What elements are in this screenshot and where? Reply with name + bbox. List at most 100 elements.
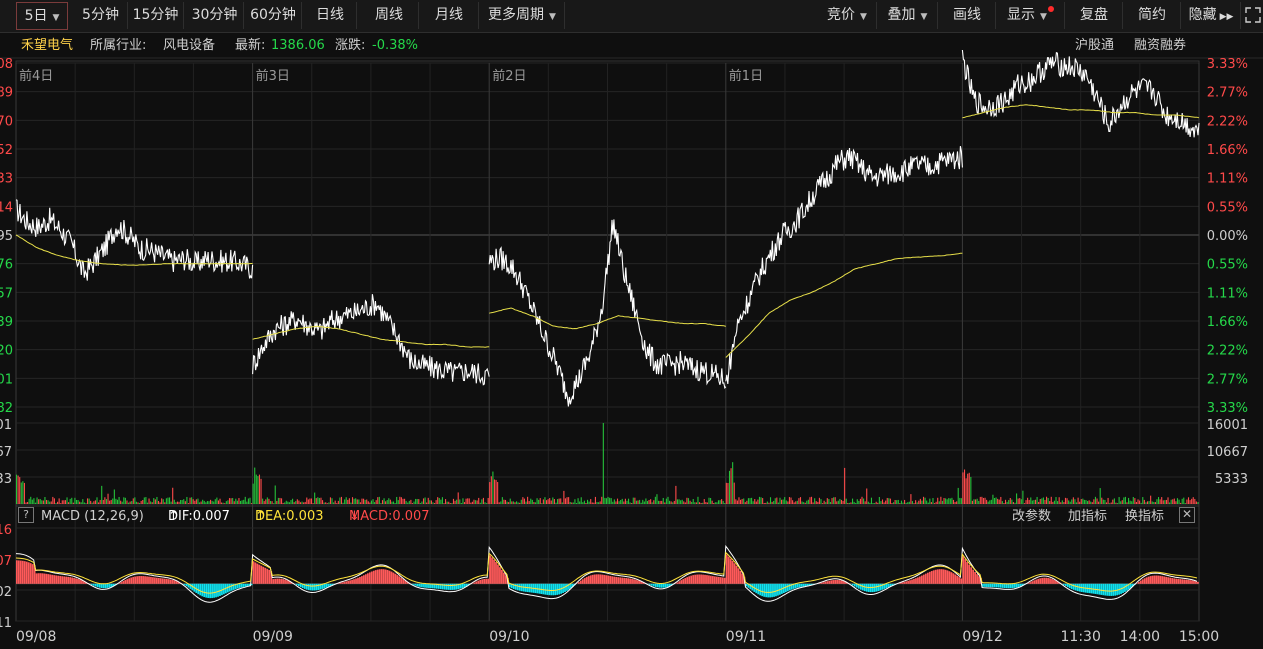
- period-3-button[interactable]: 30分钟: [186, 2, 244, 29]
- volume-bar: [157, 501, 160, 504]
- macd-bar: [1161, 576, 1164, 584]
- volume-bar: [710, 498, 712, 504]
- period-7-button[interactable]: 月线: [420, 2, 479, 29]
- volume-bar: [732, 462, 734, 504]
- volume-bar: [828, 498, 830, 504]
- macd-bar: [672, 583, 675, 585]
- period-4-button[interactable]: 60分钟: [245, 2, 302, 29]
- tool-2-button[interactable]: 画线: [939, 2, 996, 29]
- edit-params-button[interactable]: 改参数: [1012, 507, 1051, 527]
- macd-bar: [593, 574, 596, 584]
- macd-bar: [136, 576, 139, 584]
- volume-bar: [107, 493, 109, 504]
- volume-bar: [493, 479, 496, 504]
- tool-6-button[interactable]: 隐藏 ▶▶: [1182, 2, 1241, 29]
- volume-bar: [1061, 500, 1063, 504]
- volume-bar: [820, 499, 822, 504]
- volume-bar: [680, 500, 682, 504]
- macd-bar: [262, 566, 265, 584]
- macd-title[interactable]: MACD (12,26,9): [41, 507, 144, 527]
- link-hsgt[interactable]: 沪股通: [1075, 34, 1114, 58]
- volume-bar: [91, 502, 93, 504]
- price-line: [725, 145, 963, 384]
- volume-bar: [435, 500, 437, 504]
- volume-bar: [462, 498, 464, 504]
- period-8-button[interactable]: 更多周期 ▼: [480, 2, 565, 29]
- period-0-button[interactable]: 5日 ▼: [16, 2, 68, 30]
- macd-bar: [47, 574, 50, 584]
- macd-bar: [19, 560, 22, 584]
- link-margin[interactable]: 融资融券: [1134, 34, 1186, 58]
- volume-bar: [774, 498, 776, 504]
- volume-bar: [1023, 503, 1026, 504]
- stock-name[interactable]: 禾望电气: [21, 34, 73, 58]
- volume-bar: [1001, 501, 1003, 504]
- tool-5-button[interactable]: 简约: [1124, 2, 1181, 29]
- right-axis-tick: 2.22%: [1207, 114, 1248, 129]
- volume-bar: [479, 502, 481, 504]
- macd-bar: [406, 581, 409, 584]
- macd-bar: [889, 583, 892, 587]
- volume-bar: [192, 499, 194, 504]
- macd-bar: [361, 576, 363, 584]
- volume-bar: [16, 474, 18, 504]
- macd-bar: [53, 575, 56, 584]
- fullscreen-icon[interactable]: [1242, 2, 1263, 29]
- volume-bar: [1142, 497, 1144, 504]
- volume-bar: [129, 501, 131, 504]
- macd-bar: [784, 583, 787, 593]
- volume-bar: [571, 502, 573, 504]
- volume-bar: [602, 423, 604, 504]
- macd-bar: [506, 577, 509, 584]
- volume-bar: [1057, 501, 1059, 504]
- volume-bar: [719, 500, 721, 504]
- volume-bar: [75, 499, 78, 504]
- macd-bar: [988, 583, 990, 588]
- volume-bar: [452, 498, 455, 504]
- volume-bar: [531, 499, 533, 504]
- tool-0-button[interactable]: 竞价 ▼: [818, 2, 877, 29]
- macd-bar: [124, 579, 127, 584]
- volume-bar: [312, 503, 314, 504]
- macd-bar: [952, 573, 955, 584]
- period-5-button[interactable]: 日线: [304, 2, 357, 29]
- macd-bar: [228, 583, 231, 592]
- period-1-button[interactable]: 5分钟: [74, 2, 128, 29]
- macd-bar: [138, 576, 141, 584]
- volume-bar: [511, 501, 513, 504]
- add-indicator-button[interactable]: 加指标: [1068, 507, 1107, 527]
- tool-4-button[interactable]: 复盘: [1066, 2, 1123, 29]
- period-2-button[interactable]: 15分钟: [128, 2, 184, 29]
- volume-bar: [184, 501, 186, 504]
- macd-bar: [272, 579, 275, 584]
- macd-bar: [828, 580, 831, 584]
- period-6-button[interactable]: 周线: [360, 2, 419, 29]
- chart-area[interactable]: 3.33% 2.77% 2.22% 1.66% 1.11% 0.55% 0.00% 0.55%…: [0, 0, 1263, 649]
- volume-bar: [995, 497, 997, 504]
- volume-bar: [36, 497, 38, 504]
- volume-bar: [1101, 497, 1103, 504]
- tool-1-button[interactable]: 叠加 ▼: [878, 2, 938, 29]
- volume-bar: [105, 499, 108, 504]
- volume-bar: [1120, 501, 1122, 504]
- volume-bar: [867, 501, 869, 504]
- volume-bar: [727, 483, 729, 504]
- macd-bar: [1122, 583, 1124, 594]
- volume-bar: [790, 497, 792, 504]
- volume-bar: [885, 500, 887, 504]
- macd-bar: [1057, 581, 1059, 584]
- macd-bar: [660, 583, 663, 588]
- tool-3-button[interactable]: 显示 ▼: [997, 2, 1065, 29]
- macd-bar: [1041, 577, 1044, 584]
- industry-value[interactable]: 风电设备: [163, 34, 215, 58]
- macd-bar: [611, 576, 614, 584]
- volume-bar: [1181, 498, 1183, 504]
- macd-bar: [92, 583, 95, 586]
- volume-bar: [33, 498, 35, 504]
- switch-indicator-button[interactable]: 换指标: [1125, 507, 1164, 527]
- macd-bar: [589, 575, 592, 584]
- volume-bar: [902, 502, 904, 504]
- volume-bar: [714, 502, 716, 504]
- macd-bar: [942, 569, 945, 584]
- volume-bar: [255, 474, 257, 504]
